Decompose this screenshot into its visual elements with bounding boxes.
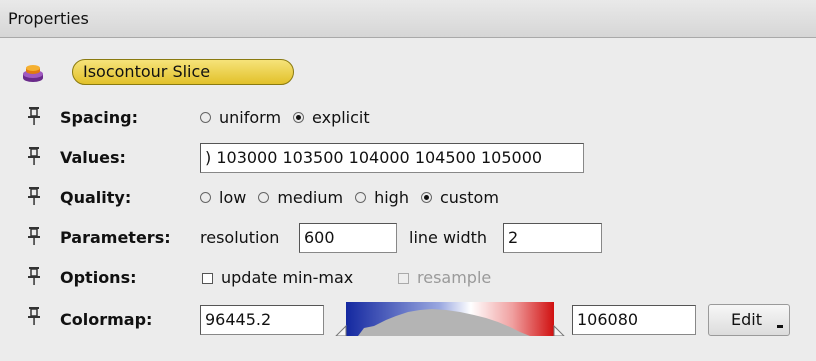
colormap-max-input[interactable]: 106080 [572,305,696,335]
line-width-input[interactable]: 2 [503,223,602,253]
spacing-label: Spacing: [60,108,138,127]
values-input[interactable]: ) 103000 103500 104000 104500 105000 [200,143,584,173]
line-width-label: line width [409,228,488,247]
pin-icon[interactable] [26,146,42,166]
spacing-radio-group: uniform explicit [200,108,382,127]
colormap-histogram-bar[interactable] [334,302,566,336]
object-name-button[interactable]: Isocontour Slice [72,59,294,85]
pin-icon[interactable] [26,306,42,326]
properties-title: Properties [8,9,89,28]
resample-checkbox-row: resample [398,268,491,287]
quality-medium-radio[interactable] [258,192,270,203]
properties-header: Properties [0,0,816,38]
pin-icon[interactable] [26,266,42,286]
colormap-label: Colormap: [60,310,153,329]
resample-checkbox [398,273,409,284]
spacing-uniform-option[interactable]: uniform [200,108,281,127]
pin-icon[interactable] [26,106,42,126]
quality-medium-option[interactable]: medium [258,188,343,207]
quality-low-radio[interactable] [200,192,211,203]
quality-custom-option[interactable]: custom [420,188,499,207]
resolution-input[interactable]: 600 [299,223,397,253]
update-min-max-checkbox-row[interactable]: update min-max [202,268,353,287]
quality-high-label: high [374,188,409,207]
quality-low-label: low [219,188,247,207]
quality-radio-group: low medium high custom [200,188,511,207]
object-stack-icon[interactable] [22,62,44,84]
update-min-max-label: update min-max [221,268,354,287]
update-min-max-checkbox[interactable] [202,273,213,284]
parameters-label: Parameters: [60,228,171,247]
quality-custom-radio[interactable] [420,192,432,203]
spacing-uniform-radio[interactable] [200,112,211,123]
quality-label: Quality: [60,188,132,207]
quality-high-option[interactable]: high [355,188,409,207]
quality-medium-label: medium [277,188,344,207]
resample-label: resample [417,268,492,287]
colormap-edit-button[interactable]: Edit [708,304,790,336]
pin-icon[interactable] [26,186,42,206]
spacing-explicit-option[interactable]: explicit [293,108,370,127]
resolution-label: resolution [200,228,280,247]
spacing-explicit-label: explicit [312,108,370,127]
colormap-edit-label: Edit [731,310,762,329]
values-label: Values: [60,148,126,167]
spacing-explicit-radio[interactable] [293,112,305,123]
spacing-uniform-label: uniform [219,108,282,127]
pin-icon[interactable] [26,226,42,246]
colormap-min-input[interactable]: 96445.2 [200,305,324,335]
options-label: Options: [60,268,137,287]
quality-high-radio[interactable] [355,192,367,203]
dropdown-caret-icon [777,325,783,328]
quality-low-option[interactable]: low [200,188,246,207]
quality-custom-label: custom [439,188,499,207]
